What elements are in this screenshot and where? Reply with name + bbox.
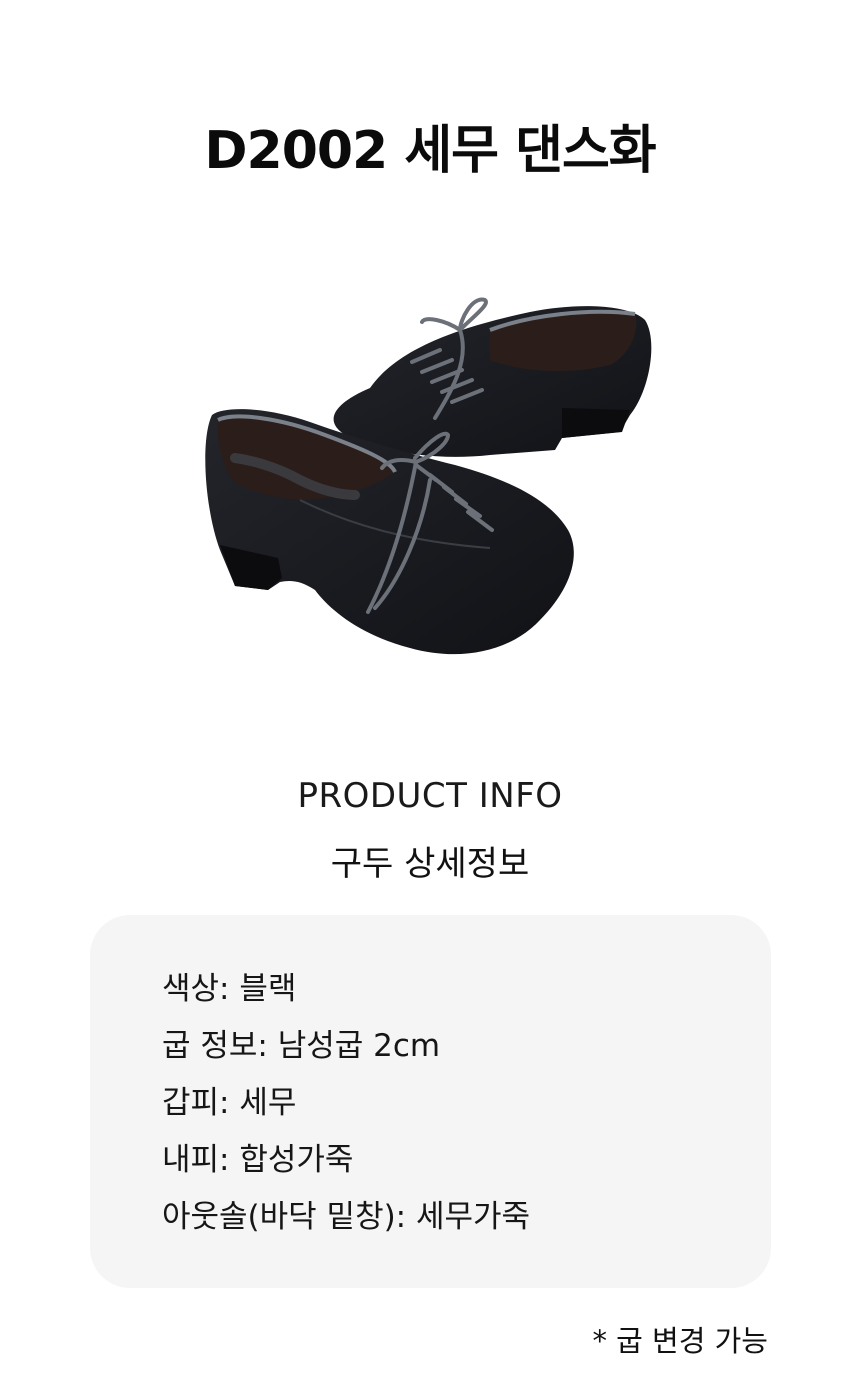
product-info-card: 색상: 블랙 굽 정보: 남성굽 2cm 갑피: 세무 내피: 합성가죽 아웃솔… [90,915,771,1288]
info-row-heel: 굽 정보: 남성굽 2cm [162,1028,441,1064]
info-row-lining: 내피: 합성가죽 [162,1142,354,1178]
info-row-upper: 갑피: 세무 [162,1085,297,1121]
product-info-list: 색상: 블랙 굽 정보: 남성굽 2cm 갑피: 세무 내피: 합성가죽 아웃솔… [162,961,530,1246]
section-heading-en: PRODUCT INFO [297,776,563,816]
info-row-outsole: 아웃솔(바닥 밑창): 세무가죽 [162,1199,531,1235]
heel-change-note: * 굽 변경 가능 [592,1324,768,1358]
page-title: D2002 세무 댄스화 [204,121,656,181]
section-heading-ko: 구두 상세정보 [330,844,530,884]
info-row-color: 색상: 블랙 [162,971,297,1007]
back-shoe-icon [333,297,652,457]
product-image [205,297,652,655]
